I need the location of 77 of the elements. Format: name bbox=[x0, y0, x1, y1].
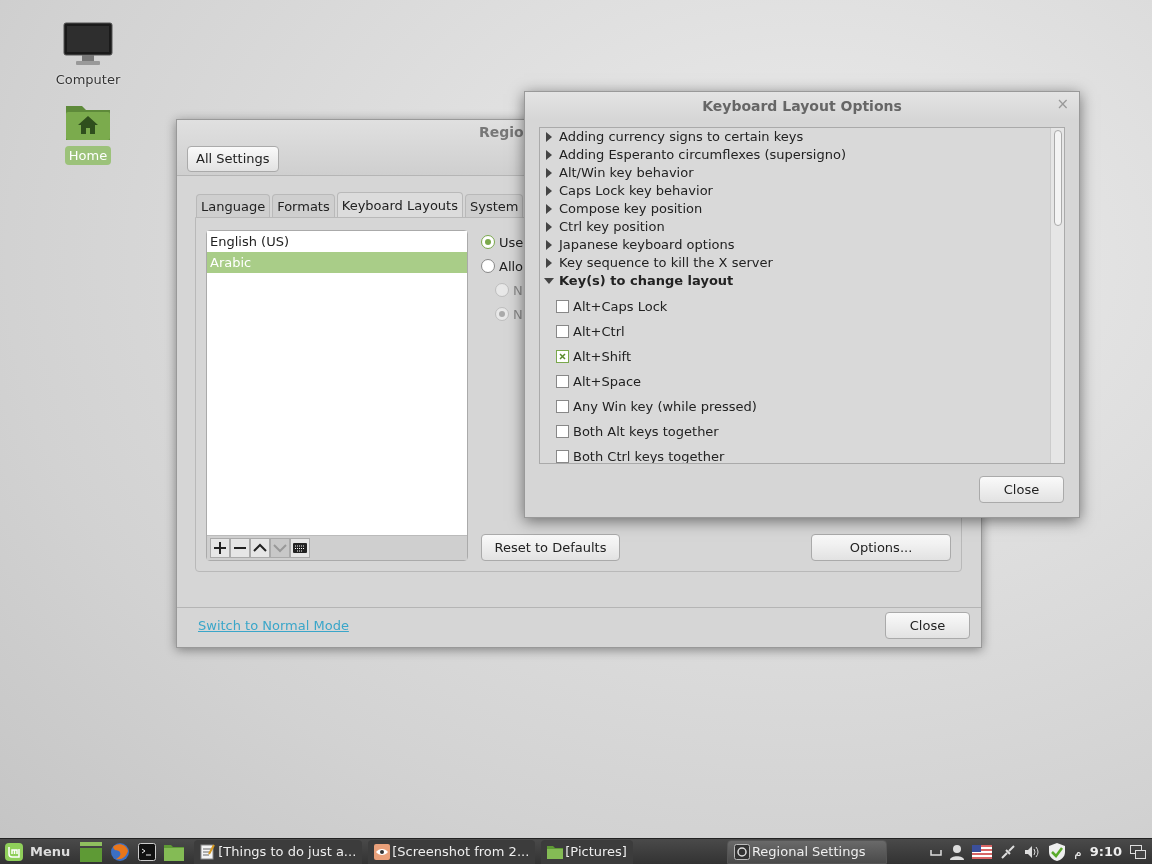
settings-icon bbox=[733, 843, 750, 860]
option-group-label[interactable]: Compose key position bbox=[559, 199, 703, 219]
radio-button[interactable] bbox=[481, 259, 495, 274]
option-group-label[interactable]: Key sequence to kill the X server bbox=[559, 253, 773, 273]
eye-icon bbox=[374, 843, 391, 860]
checkbox[interactable] bbox=[556, 375, 569, 388]
checkbox[interactable] bbox=[556, 350, 569, 363]
radio-label: Allo bbox=[499, 257, 524, 276]
window-title: Regio bbox=[479, 122, 524, 142]
options-button[interactable]: Options... bbox=[811, 534, 951, 562]
desktop-icon-label: Home bbox=[64, 145, 112, 165]
keyboard-icon bbox=[293, 541, 307, 556]
option-label: Alt+Ctrl bbox=[573, 322, 625, 341]
tab[interactable]: Keyboard Layouts bbox=[336, 192, 463, 218]
monitor-icon[interactable] bbox=[63, 22, 113, 66]
all-settings-button[interactable]: All Settings bbox=[187, 146, 279, 172]
task-button[interactable]: Regional Settings bbox=[726, 839, 887, 864]
option-label: Alt+Caps Lock bbox=[573, 297, 668, 316]
close-button[interactable]: Close bbox=[885, 612, 970, 640]
option-group-label[interactable]: Alt/Win key behavior bbox=[559, 163, 694, 183]
user-icon[interactable] bbox=[950, 843, 965, 860]
remove-button[interactable] bbox=[230, 538, 250, 559]
checkbox[interactable] bbox=[556, 425, 569, 438]
option-label: Both Alt keys together bbox=[573, 422, 719, 441]
folder-icon[interactable] bbox=[164, 842, 185, 861]
task-button[interactable]: [Screenshot from 2... bbox=[368, 839, 536, 864]
option-group-label[interactable]: Adding Esperanto circumflexes (supersigno) bbox=[559, 145, 846, 165]
desktop-icon-label: Computer bbox=[54, 71, 122, 89]
folder-icon bbox=[547, 844, 564, 859]
add-button[interactable] bbox=[210, 538, 230, 559]
keyboard-space-icon[interactable] bbox=[930, 847, 943, 856]
checkbox[interactable] bbox=[556, 325, 569, 338]
checkbox[interactable] bbox=[556, 450, 569, 463]
tab[interactable]: Language bbox=[196, 194, 271, 218]
plus-icon bbox=[213, 541, 227, 556]
terminal-icon[interactable] bbox=[138, 842, 157, 861]
dialog-title: Keyboard Layout Options bbox=[702, 96, 902, 116]
option-group-label[interactable]: Ctrl key position bbox=[559, 217, 665, 237]
minus-icon bbox=[233, 546, 247, 551]
option-group-label[interactable]: Key(s) to change layout bbox=[559, 271, 734, 291]
cross-mark-icon bbox=[559, 353, 566, 360]
keyboard-layout-indicator[interactable]: م bbox=[1074, 842, 1082, 861]
option-label: Alt+Space bbox=[573, 372, 642, 391]
network-plug-icon[interactable] bbox=[1000, 843, 1017, 860]
reset-to-defaults-button[interactable]: Reset to Defaults bbox=[481, 534, 620, 562]
globe-icon[interactable] bbox=[110, 841, 131, 862]
show-desktop-icon[interactable] bbox=[80, 841, 103, 862]
notepad-icon bbox=[200, 843, 217, 860]
move-up-button[interactable] bbox=[250, 538, 270, 559]
collapse-arrow-icon[interactable] bbox=[544, 276, 554, 286]
clock[interactable]: 9:10 bbox=[1089, 841, 1122, 862]
menu-button[interactable]: Menu bbox=[0, 838, 79, 864]
close-button[interactable]: Close bbox=[979, 476, 1064, 503]
windows-icon[interactable] bbox=[1130, 844, 1146, 859]
tab[interactable]: System bbox=[464, 194, 524, 218]
radio-button[interactable] bbox=[481, 235, 495, 250]
checkbox[interactable] bbox=[556, 300, 569, 313]
option-label: Alt+Shift bbox=[573, 347, 632, 366]
volume-icon[interactable] bbox=[1024, 844, 1041, 859]
radio-label: N bbox=[513, 281, 523, 300]
task-button[interactable]: [Pictures] bbox=[541, 839, 633, 864]
tab[interactable]: Formats bbox=[272, 194, 335, 218]
shield-check-icon[interactable] bbox=[1048, 841, 1067, 862]
checkbox[interactable] bbox=[556, 400, 569, 413]
radio-label: Use bbox=[499, 233, 524, 252]
task-button[interactable]: [Things to do just a... bbox=[194, 839, 363, 864]
radio-label: N bbox=[513, 305, 523, 324]
option-group-label[interactable]: Caps Lock key behavior bbox=[559, 181, 713, 201]
mint-logo-icon bbox=[4, 841, 24, 862]
option-group-label[interactable]: Adding currency signs to certain keys bbox=[559, 128, 804, 147]
scrollbar[interactable] bbox=[1050, 128, 1064, 463]
layout-list-item[interactable]: English (US) bbox=[207, 231, 467, 253]
option-label: Any Win key (while pressed) bbox=[573, 397, 757, 416]
option-label: Both Ctrl keys together bbox=[573, 447, 725, 463]
option-group-label[interactable]: Japanese keyboard options bbox=[559, 235, 735, 255]
flag-icon[interactable] bbox=[972, 844, 993, 859]
keyboard-button[interactable] bbox=[290, 538, 310, 559]
